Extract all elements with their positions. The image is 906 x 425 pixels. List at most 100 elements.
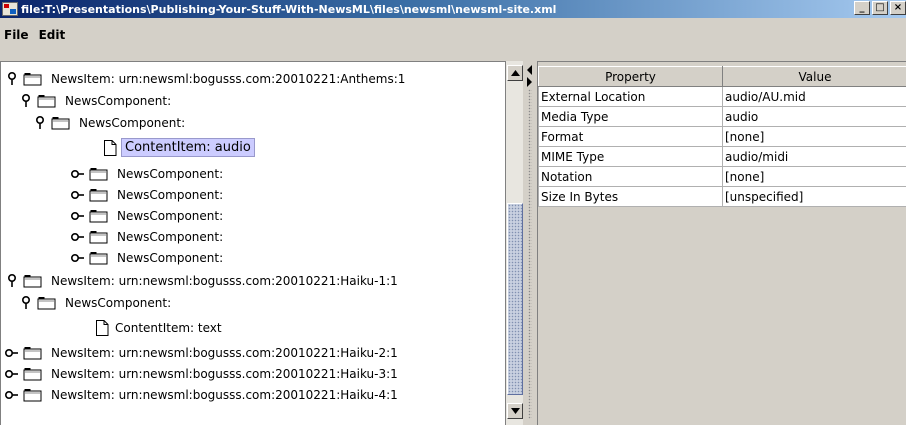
- property-cell[interactable]: Size In Bytes: [538, 186, 723, 207]
- arrow-down-icon: [510, 408, 520, 414]
- newsml-tree[interactable]: NewsItem: urn:newsml:bogusss.com:2001022…: [0, 61, 505, 425]
- tree-node[interactable]: NewsComponent:: [71, 184, 225, 205]
- property-cell[interactable]: MIME Type: [538, 146, 723, 167]
- tree-scrollbar[interactable]: [505, 61, 523, 425]
- expanded-handle-icon[interactable]: [5, 71, 19, 86]
- collapsed-handle-icon[interactable]: [71, 230, 85, 244]
- tree-node[interactable]: NewsItem: urn:newsml:bogusss.com:2001022…: [5, 68, 407, 89]
- tree-node[interactable]: NewsComponent:: [71, 163, 225, 184]
- tree-node-label[interactable]: NewsItem: urn:newsml:bogusss.com:2001022…: [49, 387, 400, 403]
- folder-icon: [23, 367, 43, 381]
- folder-icon: [23, 388, 43, 402]
- column-header-value[interactable]: Value: [722, 66, 906, 87]
- tree-node[interactable]: NewsItem: urn:newsml:bogusss.com:2001022…: [5, 342, 400, 363]
- value-cell[interactable]: [unspecified]: [722, 186, 906, 207]
- tree-node[interactable]: NewsComponent:: [71, 226, 225, 247]
- table-row[interactable]: Size In Bytes [unspecified]: [538, 186, 906, 207]
- expanded-handle-icon[interactable]: [19, 295, 33, 310]
- properties-table: Property Value External Location audio/A…: [538, 66, 906, 207]
- expanded-handle-icon[interactable]: [5, 273, 19, 288]
- table-row[interactable]: Format [none]: [538, 126, 906, 147]
- value-cell[interactable]: audio: [722, 106, 906, 127]
- scroll-down-button[interactable]: [507, 403, 523, 419]
- tree-node[interactable]: NewsItem: urn:newsml:bogusss.com:2001022…: [5, 363, 400, 384]
- properties-panel: Property Value External Location audio/A…: [537, 61, 906, 425]
- table-row[interactable]: MIME Type audio/midi: [538, 146, 906, 167]
- tree-node-label[interactable]: NewsItem: urn:newsml:bogusss.com:2001022…: [49, 273, 400, 289]
- table-row[interactable]: Media Type audio: [538, 106, 906, 127]
- property-cell[interactable]: Notation: [538, 166, 723, 187]
- split-pane-divider[interactable]: [523, 61, 537, 425]
- value-cell[interactable]: audio/midi: [722, 146, 906, 167]
- tree-node[interactable]: NewsComponent:: [19, 90, 173, 111]
- table-row[interactable]: Notation [none]: [538, 166, 906, 187]
- table-row[interactable]: External Location audio/AU.mid: [538, 86, 906, 107]
- collapsed-handle-icon[interactable]: [5, 367, 19, 381]
- folder-icon: [23, 274, 43, 288]
- tree-node-label[interactable]: NewsComponent:: [115, 187, 225, 203]
- menu-bar: File Edit: [0, 18, 906, 61]
- document-icon: [103, 139, 117, 156]
- folder-icon: [51, 116, 71, 130]
- folder-icon: [23, 346, 43, 360]
- tree-node-label[interactable]: NewsItem: urn:newsml:bogusss.com:2001022…: [49, 345, 400, 361]
- tree-node[interactable]: NewsItem: urn:newsml:bogusss.com:2001022…: [5, 384, 400, 405]
- tree-node[interactable]: NewsComponent:: [71, 205, 225, 226]
- tree-node-label[interactable]: NewsComponent:: [63, 93, 173, 109]
- tree-node[interactable]: NewsItem: urn:newsml:bogusss.com:2001022…: [5, 270, 400, 291]
- folder-icon: [23, 72, 43, 86]
- property-cell[interactable]: Format: [538, 126, 723, 147]
- collapse-right-arrow-icon[interactable]: [526, 77, 534, 87]
- tree-node-label[interactable]: NewsComponent:: [115, 250, 225, 266]
- tree-node-label[interactable]: ContentItem: text: [113, 320, 224, 336]
- property-cell[interactable]: Media Type: [538, 106, 723, 127]
- close-button[interactable]: ×: [890, 1, 906, 15]
- minimize-button[interactable]: _: [854, 1, 870, 15]
- collapsed-handle-icon[interactable]: [5, 346, 19, 360]
- tree-node-label[interactable]: NewsItem: urn:newsml:bogusss.com:2001022…: [49, 71, 407, 87]
- value-cell[interactable]: audio/AU.mid: [722, 86, 906, 107]
- splitter-grip: [528, 89, 532, 419]
- java-app-icon: [2, 2, 18, 16]
- property-cell[interactable]: External Location: [538, 86, 723, 107]
- collapsed-handle-icon[interactable]: [71, 167, 85, 181]
- tree-node[interactable]: NewsComponent:: [71, 247, 225, 268]
- maximize-button[interactable]: □: [872, 1, 888, 15]
- arrow-up-icon: [510, 70, 520, 76]
- value-cell[interactable]: [none]: [722, 166, 906, 187]
- folder-icon: [89, 209, 109, 223]
- window-title: file:T:\Presentations\Publishing-Your-St…: [21, 2, 557, 16]
- tree-node[interactable]: NewsComponent:: [33, 112, 187, 133]
- tree-node[interactable]: ContentItem: audio: [103, 137, 255, 158]
- folder-icon: [89, 188, 109, 202]
- value-cell[interactable]: [none]: [722, 126, 906, 147]
- tree-node-label[interactable]: NewsComponent:: [63, 295, 173, 311]
- collapsed-handle-icon[interactable]: [71, 209, 85, 223]
- tree-node-label-selected[interactable]: ContentItem: audio: [121, 138, 255, 157]
- collapse-left-arrow-icon[interactable]: [526, 65, 534, 75]
- folder-icon: [89, 230, 109, 244]
- tree-node-label[interactable]: NewsComponent:: [115, 166, 225, 182]
- scroll-up-button[interactable]: [507, 65, 523, 81]
- expanded-handle-icon[interactable]: [33, 115, 47, 130]
- tree-node-label[interactable]: NewsItem: urn:newsml:bogusss.com:2001022…: [49, 366, 400, 382]
- tree-node[interactable]: ContentItem: text: [95, 317, 224, 338]
- tree-node[interactable]: NewsComponent:: [19, 292, 173, 313]
- collapsed-handle-icon[interactable]: [71, 251, 85, 265]
- tree-node-label[interactable]: NewsComponent:: [77, 115, 187, 131]
- scroll-thumb[interactable]: [507, 203, 523, 395]
- tree-node-label[interactable]: NewsComponent:: [115, 208, 225, 224]
- collapsed-handle-icon[interactable]: [5, 388, 19, 402]
- collapsed-handle-icon[interactable]: [71, 188, 85, 202]
- menu-edit[interactable]: Edit: [34, 28, 71, 42]
- menu-file[interactable]: File: [0, 28, 34, 42]
- folder-icon: [37, 94, 57, 108]
- tree-node-label[interactable]: NewsComponent:: [115, 229, 225, 245]
- expanded-handle-icon[interactable]: [19, 93, 33, 108]
- title-bar[interactable]: file:T:\Presentations\Publishing-Your-St…: [0, 0, 906, 18]
- folder-icon: [89, 251, 109, 265]
- folder-icon: [37, 296, 57, 310]
- document-icon: [95, 319, 109, 336]
- column-header-property[interactable]: Property: [538, 66, 723, 87]
- window-controls: _ □ ×: [852, 1, 906, 15]
